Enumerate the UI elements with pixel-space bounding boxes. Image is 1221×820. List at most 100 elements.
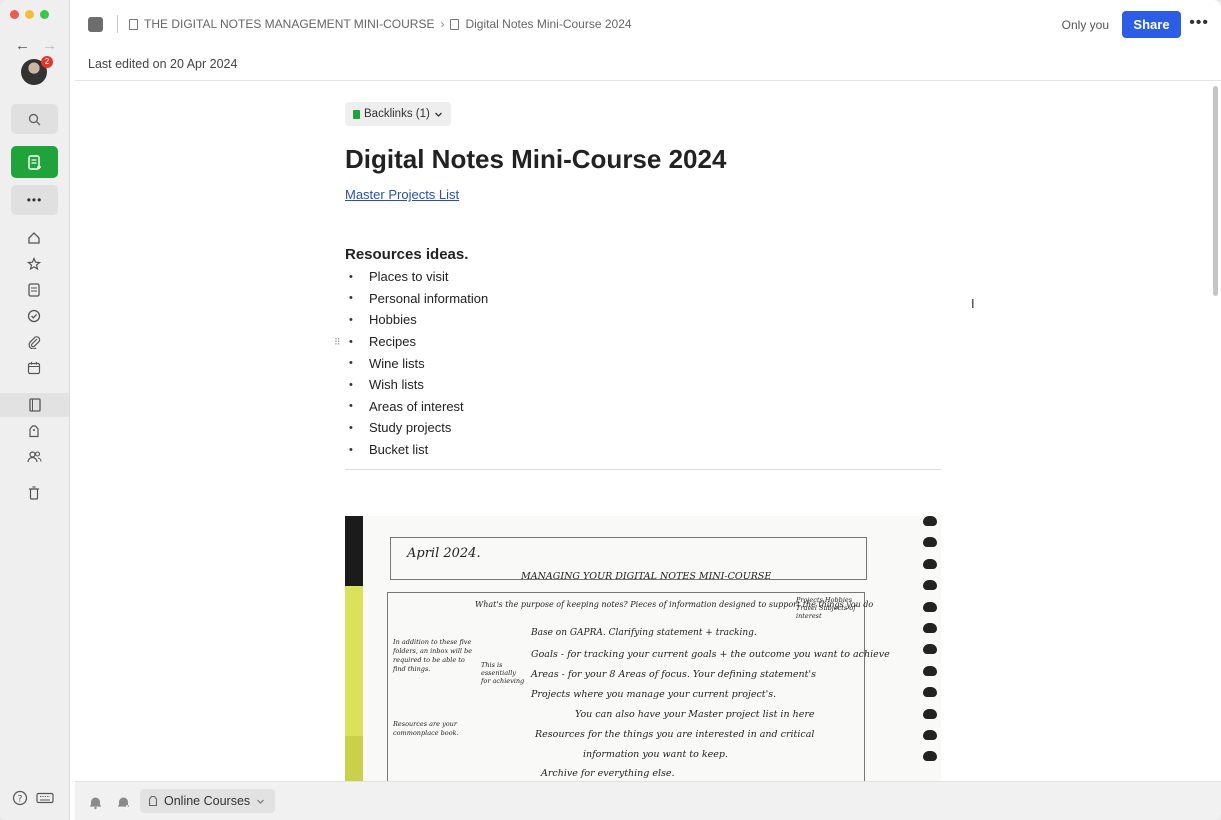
sidebar-bottom-tools: ? bbox=[12, 790, 54, 806]
list-item[interactable]: • Wine lists bbox=[345, 352, 941, 374]
bullet: • bbox=[349, 421, 353, 434]
bullet: • bbox=[349, 400, 353, 413]
chevron-down-icon bbox=[434, 112, 442, 117]
handwritten-side-note: Resources are your commonplace book. bbox=[393, 720, 459, 737]
new-note-button[interactable] bbox=[11, 146, 58, 178]
list-item[interactable]: • Places to visit bbox=[345, 266, 941, 288]
history-nav: ← → bbox=[15, 37, 57, 54]
bullet: • bbox=[349, 313, 353, 326]
minimize-window-button[interactable] bbox=[25, 10, 34, 19]
breadcrumb-separator: › bbox=[440, 17, 445, 31]
handwritten-side-note: Projects Hobbies Travel Subjects of inte… bbox=[796, 596, 856, 620]
list-item[interactable]: • Personal information bbox=[345, 288, 941, 310]
notebook-selector[interactable]: Online Courses bbox=[140, 789, 276, 813]
search-button[interactable] bbox=[11, 104, 58, 134]
close-window-button[interactable] bbox=[10, 10, 19, 19]
tags-icon[interactable] bbox=[24, 421, 44, 441]
breadcrumb-notebook[interactable]: THE DIGITAL NOTES MANAGEMENT MINI-COURSE bbox=[144, 17, 434, 31]
list-item-text: Recipes bbox=[369, 334, 416, 350]
chevron-down-icon bbox=[257, 799, 265, 804]
note-icon bbox=[353, 109, 360, 119]
notification-badge: 2 bbox=[41, 56, 53, 68]
list-item-text: Bucket list bbox=[369, 442, 429, 458]
svg-text:?: ? bbox=[18, 795, 23, 805]
notebook-icon bbox=[129, 18, 138, 30]
handwritten-line: Areas - for your 8 Areas of focus. Your … bbox=[531, 669, 816, 680]
last-edited-text: Last edited on 20 Apr 2024 bbox=[88, 57, 238, 71]
back-arrow-icon[interactable]: ← bbox=[15, 37, 30, 54]
bullet: • bbox=[349, 335, 353, 348]
list-item-text: Personal information bbox=[369, 290, 489, 306]
note-editor[interactable]: Backlinks (1) Digital Notes Mini-Course … bbox=[75, 81, 1221, 781]
note-title[interactable]: Digital Notes Mini-Course 2024 bbox=[345, 144, 726, 175]
horizontal-rule bbox=[345, 469, 941, 470]
bullet: • bbox=[349, 378, 353, 391]
list-item-text: Wish lists bbox=[369, 377, 424, 393]
list-item[interactable]: • Areas of interest bbox=[345, 396, 941, 418]
list-item[interactable]: • Wish lists bbox=[345, 374, 941, 396]
more-options-icon[interactable]: ••• bbox=[1189, 14, 1209, 32]
add-tag-icon[interactable] bbox=[115, 794, 131, 810]
bullet: • bbox=[349, 443, 353, 456]
trash-icon[interactable] bbox=[24, 483, 44, 503]
drag-handle-icon[interactable]: ⠿ bbox=[334, 337, 341, 348]
handwritten-line: information you want to keep. bbox=[583, 749, 728, 760]
bullet: • bbox=[349, 292, 353, 305]
list-item[interactable]: • Hobbies bbox=[345, 309, 941, 331]
notebooks-icon bbox=[28, 398, 41, 412]
handwritten-line: You can also have your Master project li… bbox=[575, 709, 815, 720]
handwritten-line: Goals - for tracking your current goals … bbox=[531, 649, 890, 660]
scrollbar[interactable] bbox=[1213, 86, 1218, 296]
files-icon[interactable] bbox=[24, 332, 44, 352]
note-footer: Online Courses bbox=[75, 781, 1221, 820]
forward-arrow-icon[interactable]: → bbox=[42, 37, 57, 54]
list-item-text: Places to visit bbox=[369, 269, 449, 285]
notes-icon[interactable] bbox=[24, 280, 44, 300]
shared-icon[interactable] bbox=[24, 447, 44, 467]
note-icon bbox=[450, 18, 460, 30]
list-item-text: Study projects bbox=[369, 420, 452, 436]
breadcrumb: THE DIGITAL NOTES MANAGEMENT MINI-COURSE… bbox=[129, 17, 632, 31]
list-item[interactable]: • Bucket list bbox=[345, 439, 941, 461]
zoom-window-button[interactable] bbox=[40, 10, 49, 19]
reminder-bell-icon[interactable] bbox=[87, 794, 103, 810]
list-item-text: Wine lists bbox=[369, 355, 425, 371]
handwritten-line: Base on GAPRA. Clarifying statement + tr… bbox=[531, 628, 757, 638]
more-icon[interactable]: ••• bbox=[11, 185, 58, 215]
notebooks-nav-item[interactable] bbox=[0, 393, 69, 417]
list-item-text: Areas of interest bbox=[369, 398, 464, 414]
shortcuts-star-icon[interactable] bbox=[24, 254, 44, 274]
list-item[interactable]: • Study projects bbox=[345, 417, 941, 439]
home-icon[interactable] bbox=[24, 228, 44, 248]
handwritten-line: Resources for the things you are interes… bbox=[535, 729, 815, 740]
bullet: • bbox=[349, 270, 353, 283]
handwritten-side-note: This is essentially for achieving bbox=[481, 661, 525, 685]
handwritten-notes-image[interactable]: April 2024. MANAGING YOUR DIGITAL NOTES … bbox=[345, 516, 941, 781]
tasks-icon[interactable] bbox=[24, 306, 44, 326]
backlinks-dropdown[interactable]: Backlinks (1) bbox=[345, 102, 451, 126]
list-item-text: Hobbies bbox=[369, 312, 417, 328]
handwritten-line: Archive for everything else. bbox=[541, 768, 675, 779]
master-projects-link[interactable]: Master Projects List bbox=[345, 187, 459, 202]
help-icon[interactable]: ? bbox=[12, 790, 28, 806]
share-button[interactable]: Share bbox=[1122, 11, 1181, 38]
visibility-status[interactable]: Only you bbox=[1062, 18, 1109, 32]
window-controls bbox=[10, 10, 49, 19]
list-item[interactable]: ⠿ • Recipes bbox=[334, 331, 941, 353]
sidebar: ← → 2 ••• ? bbox=[0, 0, 70, 820]
bullet: • bbox=[349, 357, 353, 370]
section-heading: Resources ideas. bbox=[345, 246, 469, 263]
handwritten-date: April 2024. bbox=[407, 546, 481, 561]
search-icon bbox=[28, 113, 41, 125]
text-cursor-icon: I bbox=[971, 296, 975, 311]
expand-note-icon[interactable] bbox=[88, 17, 103, 32]
backlinks-label: Backlinks (1) bbox=[364, 108, 430, 120]
edit-status-bar: Last edited on 20 Apr 2024 bbox=[75, 48, 1221, 81]
breadcrumb-note[interactable]: Digital Notes Mini-Course 2024 bbox=[465, 17, 631, 31]
notebook-name: Online Courses bbox=[164, 794, 251, 808]
handwritten-side-note: In addition to these five folders, an in… bbox=[393, 638, 473, 673]
divider bbox=[117, 15, 118, 33]
keyboard-icon[interactable] bbox=[36, 790, 54, 806]
highlighter-edge bbox=[345, 516, 363, 781]
calendar-icon[interactable] bbox=[24, 358, 44, 378]
